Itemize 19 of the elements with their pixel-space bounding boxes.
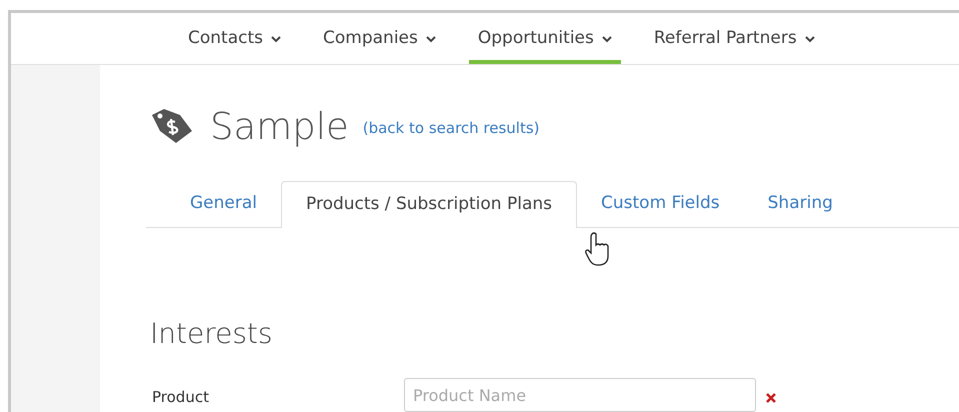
nav-item[interactable]: Referral Partners: [644, 18, 824, 64]
page-title: Sample: [210, 108, 349, 144]
chevron-down-icon: [426, 36, 436, 42]
chevron-down-icon: [271, 36, 281, 42]
tab[interactable]: Custom Fields: [577, 180, 744, 227]
nav-item[interactable]: Contacts: [179, 18, 290, 64]
chevron-down-icon: [602, 36, 612, 42]
section-title: Interests: [150, 320, 274, 348]
price-tag-icon: [150, 107, 194, 145]
product-input[interactable]: Product Name: [404, 378, 756, 412]
nav-item[interactable]: Companies: [314, 18, 445, 64]
chevron-down-icon: [804, 36, 815, 42]
back-link[interactable]: (back to search results): [362, 116, 540, 140]
nav-item[interactable]: Opportunities: [468, 18, 621, 64]
remove-icon[interactable]: [766, 393, 776, 403]
tab[interactable]: General: [166, 180, 281, 227]
tab[interactable]: Products / Subscription Plans: [281, 181, 577, 228]
tab[interactable]: Sharing: [744, 180, 857, 227]
field-label: Product: [152, 387, 210, 408]
